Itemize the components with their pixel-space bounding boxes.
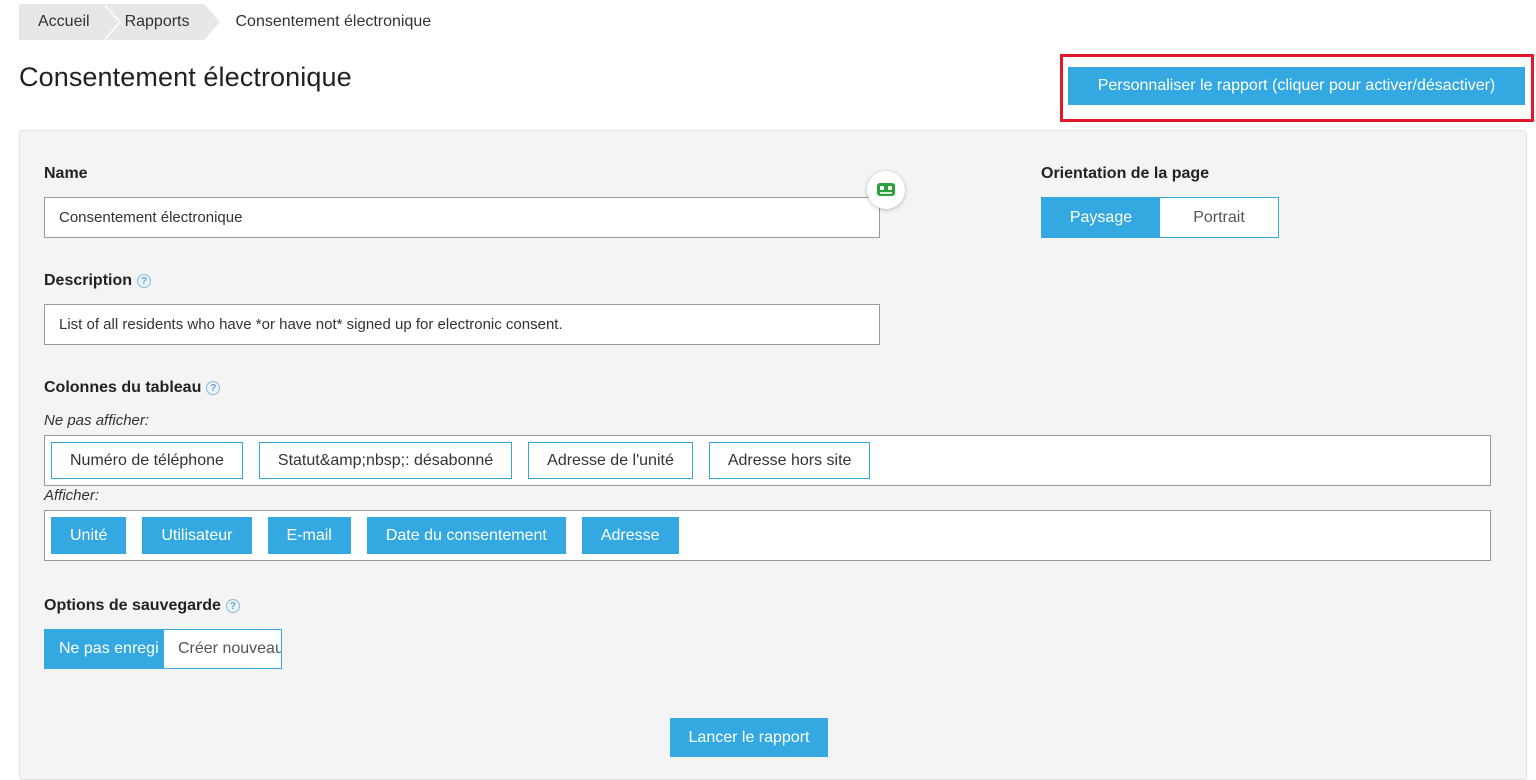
- shown-columns-label: Afficher:: [44, 487, 100, 504]
- help-icon[interactable]: ?: [225, 599, 240, 613]
- hidden-columns-box: Numéro de téléphone Statut&amp;nbsp;: dé…: [44, 435, 1491, 486]
- breadcrumb: Accueil Rapports Consentement électroniq…: [19, 4, 431, 40]
- robot-icon[interactable]: [867, 171, 905, 209]
- column-chip-address[interactable]: Adresse: [581, 517, 679, 554]
- description-input[interactable]: List of all residents who have *or have …: [44, 304, 880, 345]
- orientation-label: Orientation de la page: [1041, 165, 1210, 182]
- orientation-portrait-button[interactable]: Portrait: [1160, 198, 1278, 237]
- column-chip-unit[interactable]: Unité: [51, 517, 127, 554]
- page-title: Consentement électronique: [19, 62, 352, 92]
- hidden-columns-label: Ne pas afficher:: [44, 412, 150, 429]
- run-report-button[interactable]: Lancer le rapport: [670, 718, 828, 757]
- column-chip-unit-address[interactable]: Adresse de l'unité: [528, 442, 693, 479]
- column-chip-offsite-address[interactable]: Adresse hors site: [708, 442, 871, 479]
- column-chip-unsubscribed[interactable]: Statut&amp;nbsp;: désabonné: [258, 442, 513, 479]
- customize-highlight: Personnaliser le rapport (cliquer pour a…: [1060, 54, 1534, 122]
- name-label: Name: [44, 165, 88, 182]
- description-label: Description ?: [44, 272, 152, 290]
- orientation-toggle: Paysage Portrait: [1041, 197, 1279, 238]
- breadcrumb-current: Consentement électronique: [235, 13, 432, 30]
- columns-label-text: Colonnes du tableau: [44, 379, 202, 396]
- orientation-landscape-button[interactable]: Paysage: [1042, 198, 1160, 237]
- column-chip-consent-date[interactable]: Date du consentement: [366, 517, 566, 554]
- save-options-toggle: Ne pas enregi Créer nouveau: [44, 629, 282, 669]
- save-options-label: Options de sauvegarde ?: [44, 597, 240, 615]
- column-chip-email[interactable]: E-mail: [267, 517, 351, 554]
- save-option-dont-save-button[interactable]: Ne pas enregi: [45, 630, 164, 668]
- help-icon[interactable]: ?: [137, 274, 152, 288]
- customize-report-button[interactable]: Personnaliser le rapport (cliquer pour a…: [1068, 67, 1525, 105]
- name-input[interactable]: Consentement électronique: [44, 197, 880, 238]
- help-icon[interactable]: ?: [206, 381, 221, 395]
- save-option-create-new-button[interactable]: Créer nouveau: [164, 630, 281, 668]
- description-label-text: Description: [44, 272, 133, 289]
- breadcrumb-home-link[interactable]: Accueil: [19, 4, 121, 40]
- save-options-label-text: Options de sauvegarde: [44, 597, 221, 614]
- columns-label: Colonnes du tableau ?: [44, 379, 221, 397]
- column-chip-user[interactable]: Utilisateur: [142, 517, 252, 554]
- report-form-panel: Name Consentement électronique Orientati…: [19, 130, 1527, 780]
- column-chip-phone[interactable]: Numéro de téléphone: [51, 442, 243, 479]
- shown-columns-box: Unité Utilisateur E-mail Date du consent…: [44, 510, 1491, 561]
